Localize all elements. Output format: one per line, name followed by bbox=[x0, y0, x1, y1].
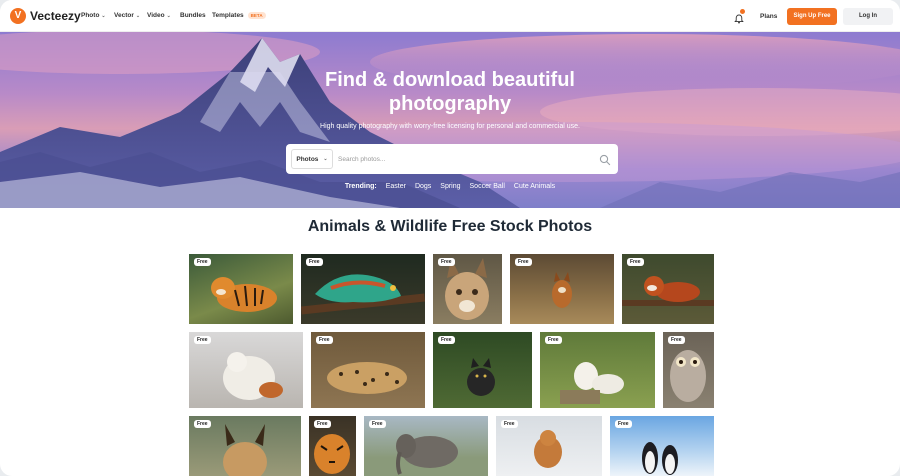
sign-up-button[interactable]: Sign Up Free bbox=[787, 8, 837, 25]
brand-name: Vecteezy bbox=[30, 9, 81, 23]
nav-photo-label: Photo bbox=[81, 12, 100, 19]
free-badge: Free bbox=[194, 420, 211, 428]
photo-card[interactable]: Free bbox=[610, 416, 714, 476]
trending-link[interactable]: Soccer Ball bbox=[470, 183, 505, 190]
photo-card[interactable]: Free bbox=[540, 332, 655, 408]
photo-card[interactable]: Free bbox=[433, 254, 502, 324]
photo-card[interactable]: Free bbox=[496, 416, 602, 476]
free-badge: Free bbox=[316, 336, 333, 344]
nav-vector-label: Vector bbox=[114, 12, 134, 19]
free-badge: Free bbox=[314, 420, 331, 428]
free-badge: Free bbox=[501, 420, 518, 428]
nav-templates-label: Templates bbox=[212, 12, 244, 19]
trending-link[interactable]: Easter bbox=[386, 183, 406, 190]
notification-dot bbox=[740, 9, 745, 14]
brand-logo[interactable]: V Vecteezy bbox=[10, 8, 81, 24]
free-badge: Free bbox=[615, 420, 632, 428]
photo-card[interactable]: Free bbox=[433, 332, 532, 408]
free-badge: Free bbox=[627, 258, 644, 266]
search-icon[interactable] bbox=[599, 153, 611, 166]
free-badge: Free bbox=[194, 258, 211, 266]
free-badge: Free bbox=[668, 336, 685, 344]
nav-vector[interactable]: Vector ⌄ bbox=[114, 12, 140, 19]
nav-templates[interactable]: Templates BETA bbox=[212, 12, 266, 19]
trending-link[interactable]: Dogs bbox=[415, 183, 431, 190]
photo-card[interactable]: Free bbox=[309, 416, 356, 476]
hero-mountain-image bbox=[0, 32, 900, 208]
photo-card[interactable]: Free bbox=[364, 416, 488, 476]
search-type-dropdown[interactable]: Photos ⌄ bbox=[291, 149, 333, 169]
hero-title: Find & download beautiful photography bbox=[0, 68, 900, 116]
hero-subtitle: High quality photography with worry-free… bbox=[320, 123, 580, 130]
trending-link[interactable]: Spring bbox=[440, 183, 460, 190]
nav-bundles[interactable]: Bundles bbox=[180, 12, 206, 19]
search-type-label: Photos bbox=[296, 155, 319, 163]
plans-link[interactable]: Plans bbox=[760, 13, 777, 20]
free-badge: Free bbox=[545, 336, 562, 344]
hero-banner: Find & download beautiful photography Hi… bbox=[0, 32, 900, 208]
logo-icon: V bbox=[10, 8, 26, 24]
nav-bundles-label: Bundles bbox=[180, 12, 206, 19]
log-in-button[interactable]: Log In bbox=[843, 8, 893, 25]
chevron-down-icon: ⌄ bbox=[135, 12, 141, 19]
photo-card[interactable]: Free bbox=[663, 332, 714, 408]
chevron-down-icon: ⌄ bbox=[166, 12, 171, 19]
nav-video-label: Video bbox=[147, 12, 165, 19]
search-bar: Photos ⌄ bbox=[286, 144, 618, 174]
trending-link[interactable]: Cute Animals bbox=[514, 183, 555, 190]
free-badge: Free bbox=[369, 420, 386, 428]
nav-video[interactable]: Video ⌄ bbox=[147, 12, 171, 19]
chevron-down-icon: ⌄ bbox=[101, 12, 106, 19]
top-nav: V Vecteezy Photo ⌄ Vector ⌄ Video ⌄ Bundles… bbox=[0, 0, 900, 32]
trending-row: Trending: Easter Dogs Spring Soccer Ball… bbox=[0, 183, 900, 190]
notification-bell-icon[interactable] bbox=[734, 9, 745, 24]
photo-card[interactable]: Free bbox=[189, 416, 301, 476]
photo-card[interactable]: Free bbox=[510, 254, 614, 324]
browser-page: V Vecteezy Photo ⌄ Vector ⌄ Video ⌄ Bundles… bbox=[0, 0, 900, 476]
free-badge: Free bbox=[194, 336, 211, 344]
free-badge: Free bbox=[438, 258, 455, 266]
chevron-down-icon: ⌄ bbox=[323, 156, 328, 162]
search-input[interactable] bbox=[338, 150, 588, 168]
trending-label: Trending: bbox=[344, 183, 377, 190]
free-badge: Free bbox=[515, 258, 532, 266]
photo-card[interactable]: Free bbox=[301, 254, 425, 324]
free-badge: Free bbox=[438, 336, 455, 344]
hero-title-line2: photography bbox=[388, 93, 512, 115]
beta-badge: BETA bbox=[247, 12, 266, 19]
photo-card[interactable]: Free bbox=[189, 332, 303, 408]
photo-card[interactable]: Free bbox=[311, 332, 425, 408]
hero-title-line1: Find & download beautiful bbox=[325, 69, 575, 91]
free-badge: Free bbox=[306, 258, 323, 266]
photo-card[interactable]: Free bbox=[622, 254, 714, 324]
nav-photo[interactable]: Photo ⌄ bbox=[81, 12, 106, 19]
section-title: Animals & Wildlife Free Stock Photos bbox=[307, 218, 593, 235]
photo-card[interactable]: Free bbox=[189, 254, 293, 324]
